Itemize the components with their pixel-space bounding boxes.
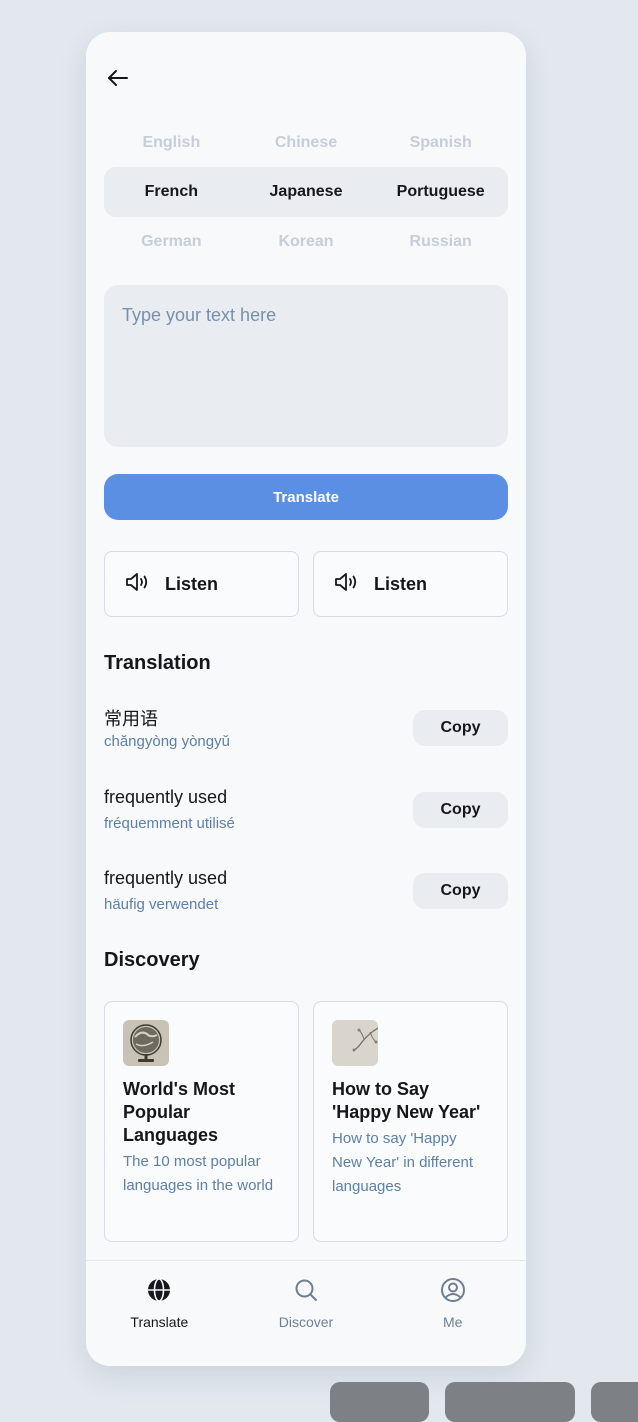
floating-pill-1[interactable] — [330, 1382, 429, 1422]
translate-button[interactable]: Translate — [104, 474, 508, 520]
tab-label: Discover — [278, 1314, 334, 1330]
language-row-selected: French Japanese Portuguese — [104, 167, 508, 217]
card-title: World's Most Popular Languages — [123, 1079, 235, 1145]
translation-heading: Translation — [104, 652, 211, 674]
translation-text: 常用语 — [104, 709, 158, 729]
text-input[interactable]: Type your text here — [104, 285, 508, 447]
copy-button[interactable]: Copy — [413, 792, 508, 828]
tab-translate[interactable]: Translate — [86, 1261, 233, 1366]
floating-pill-2[interactable] — [445, 1382, 575, 1422]
translation-item: 常用语 chăngyòng yòngyǔ Copy — [104, 705, 508, 755]
discovery-card[interactable]: How to Say 'Happy New Year' How to say '… — [313, 1001, 508, 1242]
translation-source: fréquemment utilisé — [104, 815, 235, 832]
translation-item: frequently used fréquemment utilisé Copy — [104, 787, 508, 837]
translation-text: frequently used — [104, 868, 228, 888]
listen-label: Listen — [165, 573, 219, 594]
language-option[interactable]: Chinese — [239, 134, 374, 152]
floating-pill-3[interactable] — [591, 1382, 638, 1422]
tab-label: Translate — [130, 1314, 189, 1330]
language-row-1: English Chinese Spanish — [104, 118, 508, 168]
card-title: How to Say 'Happy New Year' — [332, 1079, 481, 1122]
translation-item: frequently used häufig verwendet Copy — [104, 868, 508, 918]
speaker-icon — [125, 571, 151, 598]
listen-button-target[interactable]: Listen — [313, 551, 508, 617]
bottom-tab-bar: Translate Discover Me — [86, 1260, 526, 1366]
discovery-heading: Discovery — [104, 949, 200, 971]
branch-thumbnail-icon — [332, 1020, 378, 1066]
language-option[interactable]: German — [104, 233, 239, 251]
back-arrow-icon[interactable] — [106, 66, 130, 90]
user-icon — [440, 1277, 466, 1306]
tab-me[interactable]: Me — [379, 1261, 526, 1366]
globe-thumbnail-icon — [123, 1020, 169, 1066]
discovery-card[interactable]: World's Most Popular Languages The 10 mo… — [104, 1001, 299, 1242]
translation-romanization: chăngyòng yòngyǔ — [104, 733, 230, 750]
listen-button-source[interactable]: Listen — [104, 551, 299, 617]
card-description: How to say 'Happy New Year' in different… — [332, 1130, 474, 1195]
translation-source: häufig verwendet — [104, 896, 219, 913]
language-row-3: German Korean Russian — [104, 217, 508, 267]
language-option-selected[interactable]: Japanese — [239, 183, 374, 201]
language-option[interactable]: Spanish — [373, 134, 508, 152]
globe-icon — [146, 1277, 172, 1306]
card-description: The 10 most popular languages in the wor… — [123, 1153, 274, 1194]
language-option[interactable]: English — [104, 134, 239, 152]
copy-button[interactable]: Copy — [413, 710, 508, 746]
search-icon — [293, 1277, 319, 1306]
copy-button[interactable]: Copy — [413, 873, 508, 909]
listen-label: Listen — [374, 573, 428, 594]
tab-label: Me — [442, 1314, 463, 1330]
language-option-selected[interactable]: Portuguese — [373, 183, 508, 201]
translation-text: frequently used — [104, 787, 228, 807]
language-option-selected[interactable]: French — [104, 183, 239, 201]
speaker-icon — [334, 571, 360, 598]
language-option[interactable]: Russian — [373, 233, 508, 251]
app-screen: English Chinese Spanish French Japanese … — [86, 32, 526, 1366]
language-option[interactable]: Korean — [239, 233, 374, 251]
tab-discover[interactable]: Discover — [233, 1261, 380, 1366]
